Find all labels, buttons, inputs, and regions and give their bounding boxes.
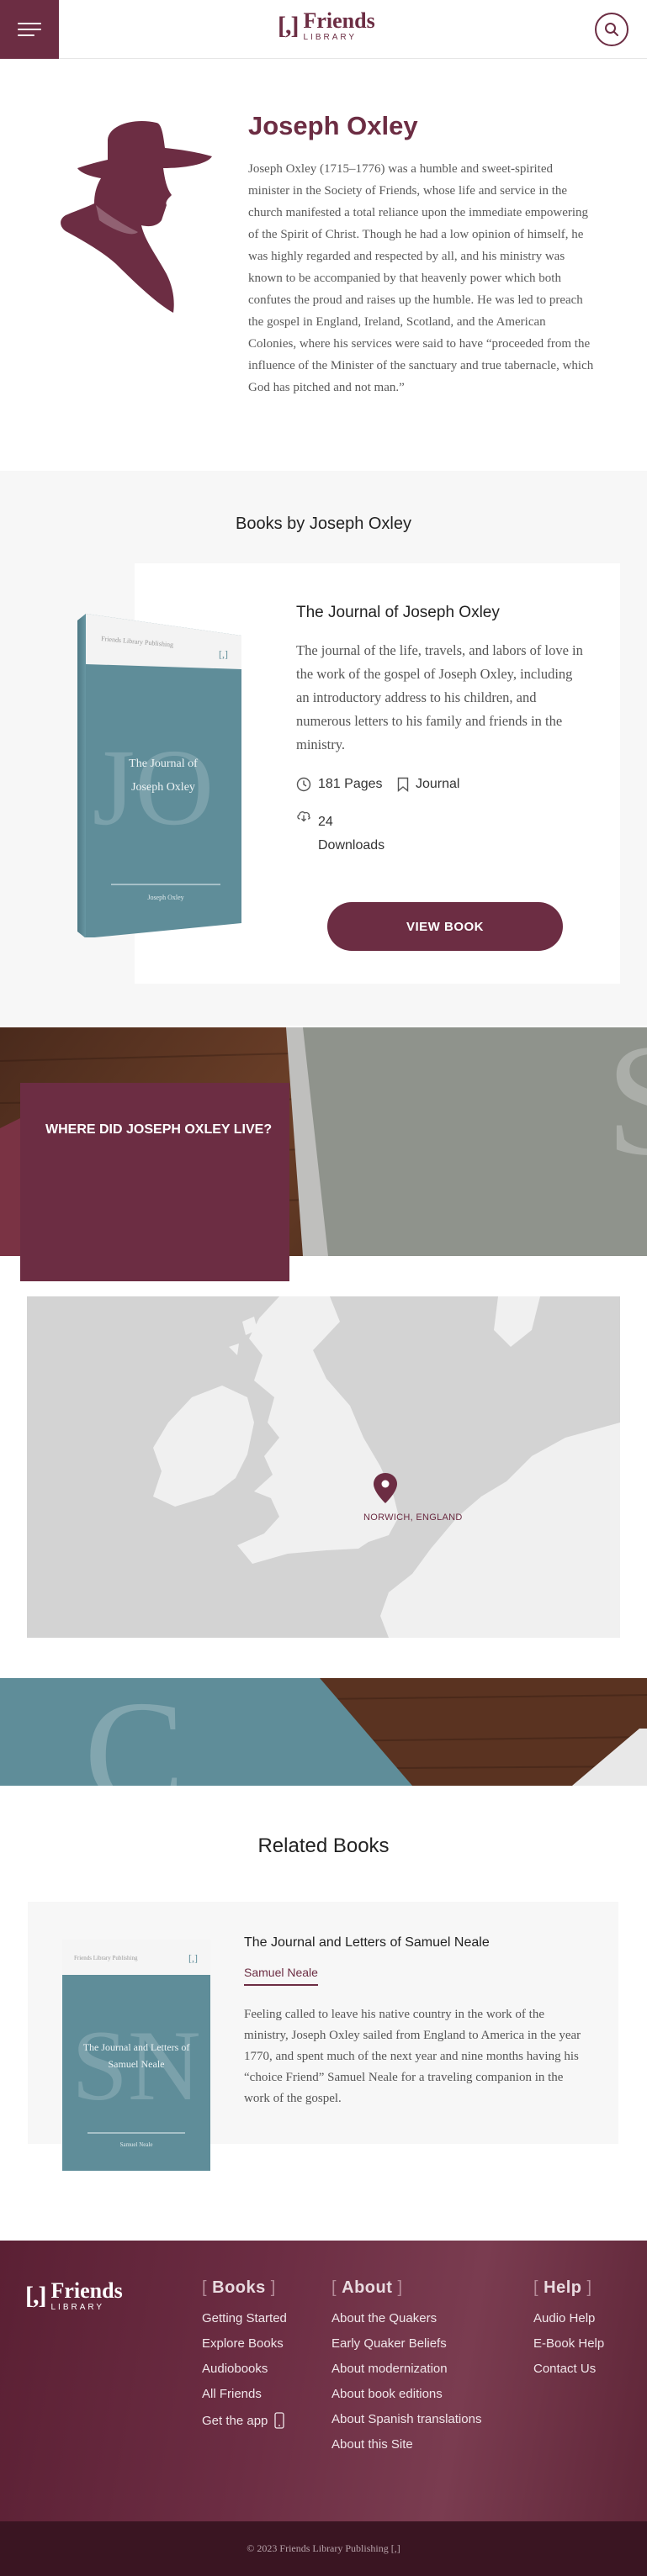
related-cover-title: The Journal and Letters of Samuel Neale: [82, 2041, 190, 2070]
logo-sub: LIBRARY: [303, 33, 358, 42]
footer-logo[interactable]: [,] Friends LIBRARY: [25, 2280, 123, 2312]
phone-icon: [274, 2412, 285, 2429]
svg-text:S: S: [606, 1027, 647, 1189]
footer-link-about-this-site[interactable]: About this Site: [331, 2437, 481, 2452]
related-cover-publisher: Friends Library Publishing: [74, 1955, 138, 1961]
footer-link-audio-help[interactable]: Audio Help: [533, 2311, 604, 2325]
footer-link-all-friends[interactable]: All Friends: [202, 2387, 287, 2401]
related-book-author-link[interactable]: Samuel Neale: [244, 1966, 318, 1986]
book-title[interactable]: The Journal of Joseph Oxley: [296, 604, 500, 622]
author-name: Joseph Oxley: [248, 111, 418, 140]
footer-logo-sub: LIBRARY: [50, 2303, 105, 2312]
footer-link-getting-started[interactable]: Getting Started: [202, 2311, 287, 2325]
site-logo[interactable]: [,] Friends LIBRARY: [278, 10, 375, 42]
footer-about-heading-text: About: [342, 2278, 393, 2297]
footer-link-explore-books[interactable]: Explore Books: [202, 2336, 287, 2351]
footer-link-about-quakers[interactable]: About the Quakers: [331, 2311, 481, 2325]
author-silhouette: [61, 121, 212, 313]
book-downloads: 24 Downloads: [296, 809, 384, 858]
footer-link-about-book-editions[interactable]: About book editions: [331, 2387, 481, 2401]
related-cover-logo: [,]: [188, 1952, 198, 1964]
related-book-title[interactable]: The Journal and Letters of Samuel Neale: [244, 1935, 490, 1950]
menu-icon: [18, 23, 41, 24]
footer-link-get-the-app[interactable]: Get the app: [202, 2412, 287, 2429]
view-book-button[interactable]: VIEW BOOK: [327, 902, 563, 951]
footer-link-audiobooks[interactable]: Audiobooks: [202, 2362, 287, 2376]
copyright-bar: © 2023 Friends Library Publishing [,]: [0, 2521, 647, 2576]
photo-banner-2: C: [0, 1678, 647, 1786]
footer-logo-name: Friends: [50, 2278, 123, 2303]
related-book-cover[interactable]: Friends Library Publishing [,] SN The Jo…: [62, 1940, 210, 2171]
footer-link-about-spanish-translations[interactable]: About Spanish translations: [331, 2412, 481, 2426]
site-header: [,] Friends LIBRARY: [0, 0, 647, 59]
book-downloads-count: 24: [318, 815, 333, 829]
footer-books-heading: [ Books ]: [202, 2278, 276, 2297]
books-section-title: Books by Joseph Oxley: [236, 515, 411, 533]
footer-link-get-the-app-text: Get the app: [202, 2413, 268, 2428]
related-book-description: Feeling called to leave his native count…: [244, 2008, 581, 2105]
cover-author: Joseph Oxley: [147, 894, 183, 901]
footer-link-about-modernization[interactable]: About modernization: [331, 2362, 481, 2376]
footer-logo-mark: [,]: [25, 2282, 47, 2309]
footer-books-heading-text: Books: [212, 2278, 266, 2297]
menu-icon-bar: [18, 34, 34, 36]
logo-name: Friends: [303, 8, 375, 33]
cover-title-line1: The Journal of: [129, 757, 198, 770]
footer-help-heading: [ Help ]: [533, 2278, 592, 2297]
footer-about-column: [ About ] About the Quakers Early Quaker…: [331, 2278, 481, 2463]
svg-text:C: C: [84, 1678, 185, 1786]
search-icon: [605, 23, 618, 36]
cloud-download-icon: [297, 811, 310, 822]
footer-help-column: [ Help ] Audio Help E-Book Help Contact …: [533, 2278, 604, 2387]
location-heading: WHERE DID JOSEPH OXLEY LIVE?: [45, 1122, 273, 1137]
location-heading-box: [20, 1083, 289, 1281]
footer-link-early-quaker-beliefs[interactable]: Early Quaker Beliefs: [331, 2336, 481, 2351]
logo-mark: [,]: [278, 12, 300, 40]
book-description: The journal of the life, travels, and la…: [296, 642, 583, 752]
footer-help-heading-text: Help: [544, 2278, 582, 2297]
book-downloads-label: Downloads: [318, 838, 385, 853]
clock-icon: [296, 777, 311, 792]
location-map[interactable]: [27, 1296, 620, 1638]
cover-logo: [,]: [219, 648, 228, 660]
book-type: Journal: [397, 777, 459, 792]
cover-title-line2: Joseph Oxley: [131, 781, 195, 794]
map-location-label: NORWICH, ENGLAND: [363, 1512, 463, 1523]
author-bio: Joseph Oxley (1715–1776) was a humble an…: [248, 162, 594, 394]
book-cover[interactable]: Friends Library Publishing [,] JO The Jo…: [77, 614, 241, 937]
footer-books-column: [ Books ] Getting Started Explore Books …: [202, 2278, 287, 2440]
footer-about-heading: [ About ]: [331, 2278, 403, 2297]
related-cover-author: Samuel Neale: [119, 2141, 152, 2148]
related-books-title: Related Books: [257, 1834, 390, 1857]
book-pages-text: 181 Pages: [318, 777, 383, 791]
footer-link-ebook-help[interactable]: E-Book Help: [533, 2336, 604, 2351]
book-pages: 181 Pages: [296, 777, 383, 792]
search-button[interactable]: [595, 13, 628, 46]
menu-button[interactable]: [0, 0, 59, 59]
menu-icon-bar: [18, 29, 41, 30]
author-section: Joseph Oxley Joseph Oxley (1715–1776) wa…: [0, 59, 647, 471]
bookmark-icon: [397, 777, 409, 792]
copyright-text: © 2023 Friends Library Publishing [,]: [247, 2542, 400, 2554]
footer-link-contact-us[interactable]: Contact Us: [533, 2362, 604, 2376]
book-type-text: Journal: [416, 777, 460, 791]
